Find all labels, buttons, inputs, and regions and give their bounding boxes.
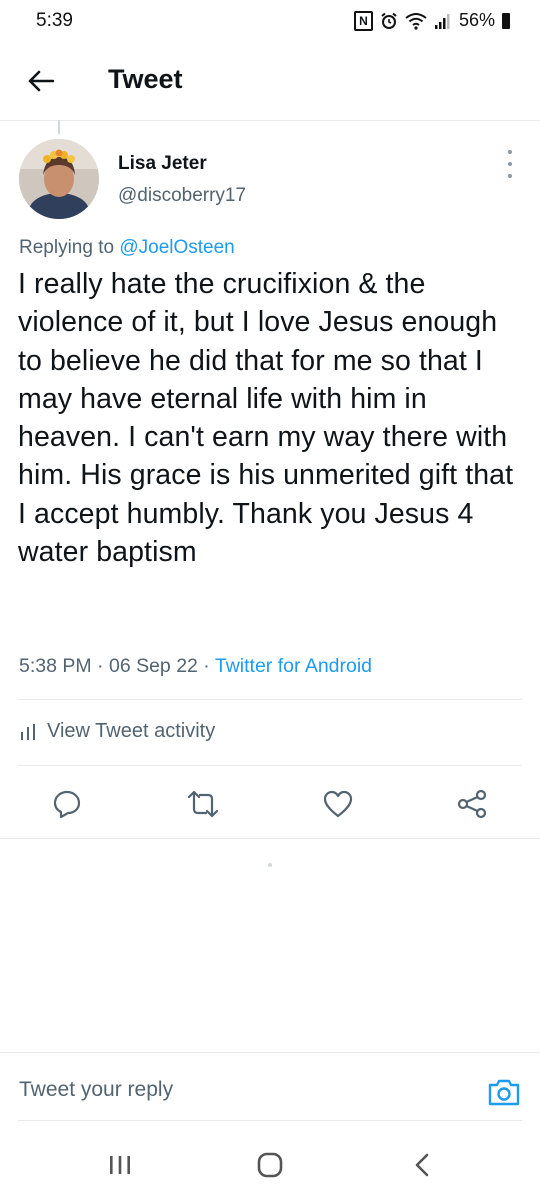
share-icon (457, 789, 487, 819)
battery-icon (502, 12, 510, 29)
replying-to-mention[interactable]: @JoelOsteen (119, 237, 234, 258)
tweet-date: 06 Sep 22 (108, 655, 198, 677)
status-time: 5:39 (36, 10, 73, 31)
share-button[interactable] (452, 784, 492, 824)
tweet-source-link[interactable]: Twitter for Android (215, 655, 372, 677)
replying-to: Replying to @JoelOsteen (19, 237, 235, 259)
wifi-icon (405, 12, 427, 30)
camera-button[interactable] (484, 1072, 524, 1112)
divider (18, 765, 522, 766)
camera-icon (488, 1079, 520, 1106)
avatar-photo (19, 139, 99, 219)
signal-icon (434, 13, 450, 29)
view-activity-button[interactable]: View Tweet activity (19, 720, 215, 743)
recents-icon (110, 1156, 130, 1174)
tweet-actions (0, 770, 540, 836)
reply-input[interactable]: Tweet your reply (19, 1078, 173, 1102)
reply-bar-divider (0, 1052, 540, 1053)
app-header: Tweet (0, 44, 540, 120)
system-navigation-bar (0, 1130, 540, 1200)
like-button[interactable] (318, 784, 358, 824)
view-activity-label: View Tweet activity (47, 720, 216, 742)
tweet-meta: 5:38 PM · 06 Sep 22 · Twitter for Androi… (19, 655, 372, 678)
bar-chart-icon (21, 723, 35, 740)
reply-button[interactable] (47, 784, 87, 824)
comment-icon (53, 790, 81, 819)
more-options-icon[interactable] (498, 150, 522, 178)
home-button[interactable] (250, 1148, 290, 1182)
divider (18, 699, 522, 700)
arrow-left-icon (28, 70, 54, 92)
reply-input-underline (18, 1120, 522, 1121)
thread-connector-line (58, 120, 60, 134)
back-button[interactable] (18, 58, 64, 104)
battery-percent: 56% (458, 10, 495, 30)
avatar[interactable] (19, 139, 99, 219)
author-handle[interactable]: @discoberry17 (118, 185, 246, 207)
tweet-detail-screen: 5:39 N 56% Tweet Lisa Jeter @discoberry1… (0, 0, 540, 1200)
meta-separator: · (91, 655, 109, 677)
nfc-icon: N (353, 10, 373, 31)
retweet-icon (187, 790, 219, 818)
replying-to-label: Replying to (19, 237, 120, 258)
status-icons: N 56% (353, 10, 510, 31)
retweet-button[interactable] (183, 784, 223, 824)
system-back-button[interactable] (402, 1148, 442, 1182)
header-divider (0, 120, 540, 121)
alarm-icon (381, 12, 397, 29)
recents-button[interactable] (100, 1148, 140, 1182)
page-title: Tweet (108, 64, 183, 94)
tweet-text: I really hate the crucifixion & the viol… (18, 268, 514, 569)
author-name[interactable]: Lisa Jeter (118, 153, 207, 175)
tweet-time: 5:38 PM (19, 655, 92, 677)
back-icon (415, 1153, 429, 1177)
meta-separator: · (197, 655, 215, 677)
loading-dot (268, 863, 272, 867)
heart-icon (323, 790, 353, 818)
status-bar: 5:39 N 56% (0, 0, 540, 44)
divider (0, 838, 540, 839)
home-icon (257, 1152, 283, 1178)
